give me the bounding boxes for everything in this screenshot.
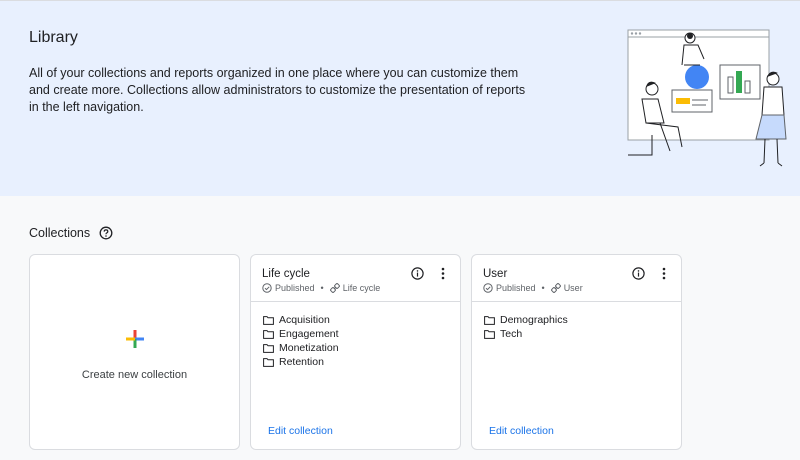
list-item: Engagement: [263, 327, 339, 341]
collection-card-user: User Published • User Demographics Tech …: [471, 254, 682, 450]
collection-card-life-cycle: Life cycle Published • Life cycle Acquis…: [250, 254, 461, 450]
create-collection-card[interactable]: Create new collection: [29, 254, 240, 450]
plus-icon: [126, 330, 144, 348]
report-name: Acquisition: [279, 314, 330, 326]
more-vert-icon[interactable]: [661, 267, 667, 280]
library-header: Library All of your collections and repo…: [0, 0, 800, 196]
list-item: Retention: [263, 355, 339, 369]
library-illustration: [627, 29, 787, 167]
report-name: Monetization: [279, 342, 339, 354]
template-text: User: [563, 283, 583, 293]
card-header: User Published • User: [472, 255, 681, 302]
meta-separator: •: [320, 283, 324, 293]
more-vert-icon[interactable]: [440, 267, 446, 280]
page-description: All of your collections and reports orga…: [29, 66, 526, 114]
report-list: Demographics Tech: [484, 313, 568, 341]
info-icon[interactable]: [411, 267, 424, 280]
template-link-icon: [550, 283, 561, 293]
list-item: Monetization: [263, 341, 339, 355]
template-link-icon: [329, 283, 340, 293]
report-list: Acquisition Engagement Monetization Rete…: [263, 313, 339, 369]
page-title: Library: [29, 29, 78, 46]
collections-title: Collections: [29, 226, 91, 240]
info-icon[interactable]: [632, 267, 645, 280]
report-name: Retention: [279, 356, 324, 368]
list-item: Demographics: [484, 313, 568, 327]
template-text: Life cycle: [342, 283, 381, 293]
edit-collection-link[interactable]: Edit collection: [489, 425, 554, 437]
folder-icon: [263, 357, 274, 367]
folder-icon: [484, 329, 495, 339]
folder-icon: [263, 329, 274, 339]
published-check-icon: [262, 283, 272, 293]
report-name: Engagement: [279, 328, 339, 340]
status-text: Published: [496, 283, 536, 293]
list-item: Tech: [484, 327, 568, 341]
card-title: Life cycle: [262, 268, 310, 280]
edit-collection-link[interactable]: Edit collection: [268, 425, 333, 437]
card-header: Life cycle Published • Life cycle: [251, 255, 460, 302]
card-meta: Published • User: [483, 283, 583, 293]
folder-icon: [263, 315, 274, 325]
card-meta: Published • Life cycle: [262, 283, 380, 293]
list-item: Acquisition: [263, 313, 339, 327]
report-name: Tech: [500, 328, 523, 340]
report-name: Demographics: [500, 314, 568, 326]
folder-icon: [263, 343, 274, 353]
meta-separator: •: [541, 283, 545, 293]
collections-header: Collections: [29, 226, 113, 240]
card-title: User: [483, 268, 508, 280]
create-collection-label: Create new collection: [81, 369, 188, 381]
folder-icon: [484, 315, 495, 325]
help-circle-icon[interactable]: [99, 226, 113, 240]
status-text: Published: [275, 283, 315, 293]
published-check-icon: [483, 283, 493, 293]
